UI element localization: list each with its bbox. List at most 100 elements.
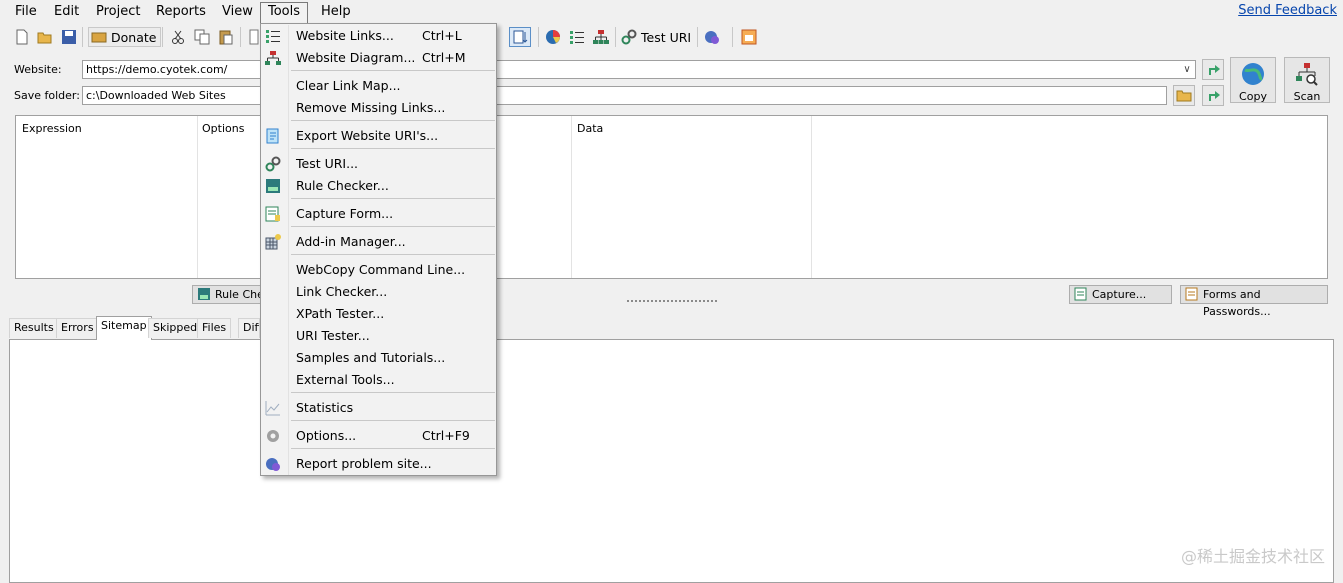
splitter-grip[interactable] xyxy=(627,300,717,302)
tab-sitemap[interactable]: Sitemap xyxy=(96,316,152,340)
menu-reports[interactable]: Reports xyxy=(156,3,206,23)
test-uri-label: Test URI xyxy=(641,29,692,45)
send-feedback-link[interactable]: Send Feedback xyxy=(1238,3,1337,18)
save-folder-input[interactable]: c:\Downloaded Web Sites xyxy=(82,86,1167,105)
paste-icon xyxy=(218,29,234,45)
bug-icon xyxy=(704,29,720,45)
donate-button[interactable]: Donate xyxy=(88,27,162,47)
menu-item-capture-form[interactable]: Capture Form... xyxy=(261,203,496,225)
menu-item-label: XPath Tester... xyxy=(296,306,385,321)
menu-item-rule-checker[interactable]: Rule Checker... xyxy=(261,175,496,197)
open-button[interactable] xyxy=(37,27,53,47)
pie-chart-icon xyxy=(545,29,561,45)
tab-skipped[interactable]: Skipped xyxy=(148,318,203,338)
capture-button[interactable]: Capture... xyxy=(1069,285,1172,304)
chevron-down-icon[interactable]: ∨ xyxy=(1181,64,1193,76)
forms-passwords-button[interactable]: Forms and Passwords... xyxy=(1180,285,1328,318)
tab-results[interactable]: Results xyxy=(9,318,59,338)
menu-separator xyxy=(291,392,495,393)
menu-item-remove-missing-links[interactable]: Remove Missing Links... xyxy=(261,97,496,119)
menu-item-website-diagram[interactable]: Website Diagram... Ctrl+M xyxy=(261,47,496,69)
watermark: @稀土掘金技术社区 xyxy=(1180,547,1325,566)
menu-edit[interactable]: Edit xyxy=(54,3,79,23)
form-icon xyxy=(265,206,281,222)
menu-separator xyxy=(291,198,495,199)
column-expression[interactable]: Expression xyxy=(22,122,82,135)
column-options[interactable]: Options xyxy=(202,122,244,135)
menu-item-label: Test URI... xyxy=(296,156,359,171)
menu-item-label: Clear Link Map... xyxy=(296,78,401,93)
sitemap-button[interactable] xyxy=(593,27,609,47)
tab-files[interactable]: Files xyxy=(197,318,232,338)
gear-icon xyxy=(265,428,281,444)
menu-item-label: Remove Missing Links... xyxy=(296,100,446,115)
capture-label: Capture... xyxy=(1092,288,1147,301)
menu-item-report-problem-site[interactable]: Report problem site... xyxy=(261,453,496,475)
menu-item-export-website-uri-s[interactable]: Export Website URI's... xyxy=(261,125,496,147)
toolbar: Donate Test URI xyxy=(0,24,1343,50)
menu-item-label: Options... xyxy=(296,428,357,443)
menu-item-test-uri[interactable]: Test URI... xyxy=(261,153,496,175)
menu-item-website-links[interactable]: Website Links... Ctrl+L xyxy=(261,25,496,47)
menu-item-shortcut: Ctrl+L xyxy=(422,28,462,43)
menu-item-label: Capture Form... xyxy=(296,206,394,221)
rss-button[interactable] xyxy=(741,27,757,47)
menu-project[interactable]: Project xyxy=(96,3,140,23)
copy-button[interactable]: Copy xyxy=(1230,57,1276,103)
website-combo[interactable]: https://demo.cyotek.com/ ∨ xyxy=(82,60,1196,79)
menu-item-statistics[interactable]: Statistics xyxy=(261,397,496,419)
menu-item-shortcut: Ctrl+F9 xyxy=(422,428,470,443)
website-value: https://demo.cyotek.com/ xyxy=(86,63,228,76)
sort-button[interactable] xyxy=(509,27,531,47)
globe-icon xyxy=(1242,63,1264,85)
column-data[interactable]: Data xyxy=(577,122,603,135)
save-icon xyxy=(61,29,77,45)
donate-label: Donate xyxy=(111,29,157,45)
menu-item-external-tools[interactable]: External Tools... xyxy=(261,369,496,391)
menu-item-label: URI Tester... xyxy=(296,328,370,343)
menu-item-label: Website Links... xyxy=(296,28,394,43)
tab-diff[interactable]: Diff xyxy=(238,318,260,338)
save-button[interactable] xyxy=(61,27,77,47)
browse-folder-button[interactable] xyxy=(1173,85,1195,106)
test-uri-button[interactable]: Test URI xyxy=(621,27,691,47)
menu-file[interactable]: File xyxy=(15,3,37,23)
tab-errors[interactable]: Errors xyxy=(56,318,99,338)
links-list-button[interactable] xyxy=(569,27,585,47)
menu-item-clear-link-map[interactable]: Clear Link Map... xyxy=(261,75,496,97)
menu-item-label: Export Website URI's... xyxy=(296,128,439,143)
go-website-button[interactable] xyxy=(1202,59,1224,80)
copy-button-label: Copy xyxy=(1239,90,1267,103)
menu-help[interactable]: Help xyxy=(321,3,351,23)
report-problem-button[interactable] xyxy=(704,27,720,47)
menu-tools[interactable]: Tools xyxy=(260,2,309,24)
copy-icon xyxy=(194,29,210,45)
menu-item-add-in-manager[interactable]: Add-in Manager... xyxy=(261,231,496,253)
green-arrow-icon xyxy=(1209,91,1220,101)
forms-passwords-label: Forms and Passwords... xyxy=(1203,288,1271,318)
copy-toolbar-button[interactable] xyxy=(194,27,210,47)
menu-view[interactable]: View xyxy=(222,3,253,23)
rules-grid[interactable]: Expression Options Data xyxy=(15,115,1328,279)
tools-menu: Website Links... Ctrl+L Website Diagram...… xyxy=(260,23,497,476)
menu-item-uri-tester[interactable]: URI Tester... xyxy=(261,325,496,347)
cut-button[interactable] xyxy=(170,27,186,47)
open-folder-button[interactable] xyxy=(1202,85,1224,106)
menu-item-link-checker[interactable]: Link Checker... xyxy=(261,281,496,303)
save-folder-value: c:\Downloaded Web Sites xyxy=(86,89,226,102)
scan-button[interactable]: Scan xyxy=(1284,57,1330,103)
menu-item-webcopy-command-line[interactable]: WebCopy Command Line... xyxy=(261,259,496,281)
form-icon xyxy=(1185,287,1199,306)
menu-item-options[interactable]: Options... Ctrl+F9 xyxy=(261,425,496,447)
menu-item-label: Website Diagram... xyxy=(296,50,416,65)
menu-item-label: Samples and Tutorials... xyxy=(296,350,446,365)
list-icon xyxy=(265,28,281,44)
menu-separator xyxy=(291,448,495,449)
menu-item-label: Rule Checker... xyxy=(296,178,389,193)
menu-item-label: WebCopy Command Line... xyxy=(296,262,466,277)
menu-item-xpath-tester[interactable]: XPath Tester... xyxy=(261,303,496,325)
menu-item-samples-and-tutorials[interactable]: Samples and Tutorials... xyxy=(261,347,496,369)
new-button[interactable] xyxy=(14,27,30,47)
paste-button[interactable] xyxy=(218,27,234,47)
pie-chart-button[interactable] xyxy=(545,27,561,47)
